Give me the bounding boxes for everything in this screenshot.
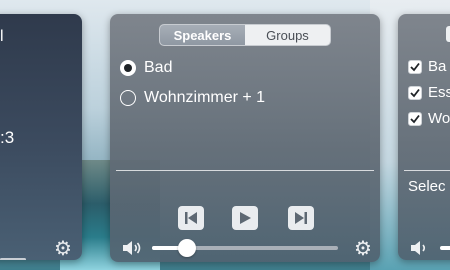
speaker-option-bad[interactable]: Bad (120, 59, 172, 77)
divider (116, 170, 374, 171)
next-icon (295, 212, 307, 224)
speaker-label: Wohnzimmer + 1 (144, 89, 266, 106)
left-panel-top-text: l (0, 28, 4, 45)
left-volume-slider[interactable] (0, 258, 26, 260)
checkbox-icon[interactable] (408, 86, 422, 100)
gear-icon[interactable]: ⚙ (354, 236, 372, 261)
previous-button[interactable] (178, 206, 204, 230)
view-segmented-control: Speakers Groups (159, 24, 331, 46)
previous-icon (185, 212, 197, 224)
top-button[interactable] (446, 26, 450, 42)
tab-groups[interactable]: Groups (245, 25, 330, 45)
left-panel-mid-text: :3 (0, 128, 15, 147)
select-label: Selec (408, 178, 446, 195)
checkbox-icon[interactable] (408, 112, 422, 126)
speaker-label: Bad (144, 59, 173, 76)
checkbox-icon[interactable] (408, 60, 422, 74)
radio-selected-icon[interactable] (120, 60, 136, 76)
play-icon (240, 212, 251, 224)
left-gear-icon[interactable]: ⚙ (54, 236, 72, 260)
volume-knob[interactable] (178, 239, 197, 257)
group-item-label: Ba (428, 58, 447, 75)
volume-icon (410, 240, 430, 260)
tab-speakers[interactable]: Speakers (160, 25, 245, 45)
next-button[interactable] (288, 206, 314, 230)
volume-slider[interactable] (152, 239, 338, 257)
divider (404, 170, 450, 171)
left-popover-panel: l :3 ⚙ (0, 14, 82, 260)
radio-unselected-icon[interactable] (120, 90, 136, 106)
group-item-label: Wo (428, 110, 450, 127)
speaker-option-wohnzimmer[interactable]: Wohnzimmer + 1 (120, 89, 265, 107)
speaker-popover-panel: Speakers Groups Bad Wohnzimmer + 1 ⚙ (110, 14, 380, 262)
play-button[interactable] (232, 206, 258, 230)
groups-popover-panel: Ba Ess Wo Selec (398, 14, 450, 260)
group-item-label: Ess (428, 84, 450, 101)
volume-icon (122, 240, 142, 261)
volume-slider[interactable] (440, 246, 450, 250)
